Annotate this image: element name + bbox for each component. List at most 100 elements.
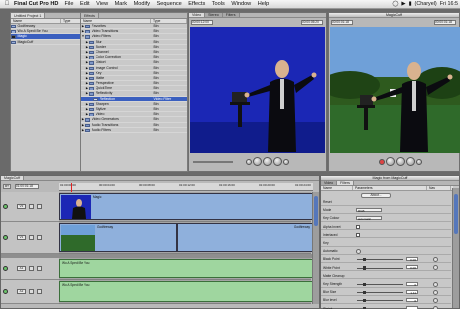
viewer-prev-button[interactable]	[253, 157, 262, 166]
track-audible-icon[interactable]	[3, 266, 8, 271]
timeline-ruler[interactable]: 01:00:00:00 00:00:04:00 00:00:08:00 01:0…	[59, 183, 313, 191]
canvas-timecode-left[interactable]: 00:00:01:18	[331, 20, 353, 25]
keyframe-button[interactable]	[433, 265, 438, 271]
tab-effects[interactable]: Effects	[81, 13, 99, 18]
keyframe-button[interactable]	[433, 289, 438, 295]
clip-audio-2[interactable]: Wo A Spedi Be You	[59, 281, 313, 302]
track-visibility-icon[interactable]	[3, 204, 8, 209]
auto-select-icon[interactable]	[37, 235, 42, 240]
param-value[interactable]: 0.00	[406, 265, 418, 270]
bluetooth-icon[interactable]: ◯	[392, 1, 398, 7]
menu-view[interactable]: View	[96, 1, 108, 7]
column-name[interactable]: Name	[11, 19, 61, 23]
viewer-timecode-right[interactable]: 00:00:05:20	[301, 20, 323, 25]
scroll-thumb[interactable]	[314, 196, 318, 226]
user-name[interactable]: (Charyel)	[415, 1, 437, 7]
param-checkbox[interactable]	[356, 232, 360, 237]
slider-knob[interactable]	[363, 290, 366, 295]
lock-icon[interactable]	[29, 235, 34, 240]
clip-godfireway-left[interactable]: Godfireway	[59, 223, 177, 252]
lock-icon[interactable]	[29, 204, 34, 209]
viewer-jog-shuttle[interactable]	[193, 161, 233, 163]
param-slider[interactable]	[357, 290, 403, 295]
param-value[interactable]: 0.00	[406, 256, 418, 262]
param-checkbox[interactable]	[356, 224, 360, 229]
menu-window[interactable]: Window	[231, 1, 251, 7]
viewer-tab-filters[interactable]: Filters	[222, 13, 240, 17]
tab-project[interactable]: Untitled Project 1	[11, 13, 46, 18]
clock[interactable]: Fri 16:5	[440, 1, 458, 7]
param-value[interactable]: 0	[406, 297, 418, 303]
timeline-timecode[interactable]: 01:00:01:18	[15, 184, 39, 189]
canvas-record-button[interactable]	[379, 158, 385, 165]
param-slider[interactable]	[357, 266, 403, 270]
menu-help[interactable]: Help	[258, 1, 270, 7]
menu-edit[interactable]: Edit	[80, 1, 90, 7]
canvas-next-button[interactable]	[406, 157, 415, 166]
project-item[interactable]: MagicCuff	[11, 40, 81, 45]
apple-icon[interactable]: 	[0, 1, 14, 7]
menu-tools[interactable]: Tools	[212, 1, 225, 7]
canvas-prev-button[interactable]	[386, 157, 395, 166]
viewer-play-button[interactable]	[263, 157, 272, 166]
viewer-timecode-left[interactable]: 00:00:12:00	[191, 20, 213, 25]
effects-column-type[interactable]: Type	[151, 19, 187, 23]
lock-icon[interactable]	[29, 289, 34, 294]
column-type[interactable]: Type	[61, 19, 81, 23]
track-label-v1[interactable]: V1	[17, 235, 26, 240]
filters-scrollbar[interactable]	[452, 188, 459, 308]
clip-audio-1[interactable]: Wo A Spedi Be You	[59, 259, 313, 278]
filters-tab-filters[interactable]: Filters	[337, 181, 354, 185]
about-button[interactable]: About...	[361, 193, 391, 198]
effects-item[interactable]: ▶ Audio Filters Bin	[81, 128, 187, 133]
menu-app-name[interactable]: Final Cut Pro HD	[14, 1, 58, 7]
canvas-loop-button[interactable]	[416, 158, 422, 165]
slider-knob[interactable]	[363, 282, 366, 286]
keyframe-button[interactable]	[433, 256, 438, 262]
filters-tab-video[interactable]: Video	[321, 181, 338, 185]
param-popup[interactable]: automatic	[356, 215, 382, 221]
param-slider[interactable]	[357, 257, 403, 262]
keyframe-button[interactable]	[433, 297, 438, 303]
viewer-tab-video[interactable]: Video	[189, 13, 206, 17]
auto-select-icon[interactable]	[37, 204, 42, 209]
slider-knob[interactable]	[363, 266, 366, 270]
effects-column-name[interactable]: Name	[81, 19, 151, 23]
param-slider[interactable]	[357, 282, 403, 286]
volume-icon[interactable]: ▶	[401, 1, 405, 7]
rt-menu[interactable]: RT	[3, 184, 11, 189]
viewer-tab-stereo[interactable]: Stereo	[205, 13, 223, 17]
keyframe-button[interactable]	[433, 281, 438, 287]
track-label-a1[interactable]: A1	[17, 266, 26, 271]
menu-sequence[interactable]: Sequence	[157, 1, 182, 7]
battery-icon[interactable]: ▮	[409, 1, 412, 7]
param-value[interactable]: 0	[406, 281, 418, 287]
viewer-next-button[interactable]	[273, 157, 282, 166]
track-label-a2[interactable]: A2	[17, 289, 26, 294]
menu-effects[interactable]: Effects	[188, 1, 205, 7]
canvas-play-button[interactable]	[396, 157, 405, 166]
canvas-timecode-right[interactable]: 00:00:01:18	[434, 20, 456, 25]
clip-godfireway-right[interactable]: Godfireway	[177, 223, 313, 252]
slider-knob[interactable]	[363, 257, 366, 262]
clip-magic[interactable]: Magic	[59, 193, 313, 220]
param-toggle[interactable]	[356, 248, 361, 254]
track-label-v2[interactable]: V2	[17, 204, 26, 209]
menu-modify[interactable]: Modify	[134, 1, 150, 7]
slider-knob[interactable]	[363, 298, 366, 303]
track-visibility-icon[interactable]	[3, 235, 8, 240]
param-slider[interactable]	[357, 298, 403, 303]
lock-icon[interactable]	[29, 266, 34, 271]
scroll-thumb[interactable]	[454, 194, 458, 234]
timeline-tab[interactable]: MagicCuff	[1, 176, 25, 180]
viewer-loop-button[interactable]	[283, 158, 289, 165]
timeline-scrollbar[interactable]	[312, 192, 319, 304]
auto-select-icon[interactable]	[37, 289, 42, 294]
param-value[interactable]: 1.11	[406, 289, 418, 295]
menu-mark[interactable]: Mark	[115, 1, 127, 7]
track-audible-icon[interactable]	[3, 289, 8, 294]
param-popup[interactable]: RGB	[356, 207, 382, 212]
viewer-play-in-out-button[interactable]	[246, 158, 252, 165]
menu-file[interactable]: File	[64, 1, 73, 7]
auto-select-icon[interactable]	[37, 266, 42, 271]
